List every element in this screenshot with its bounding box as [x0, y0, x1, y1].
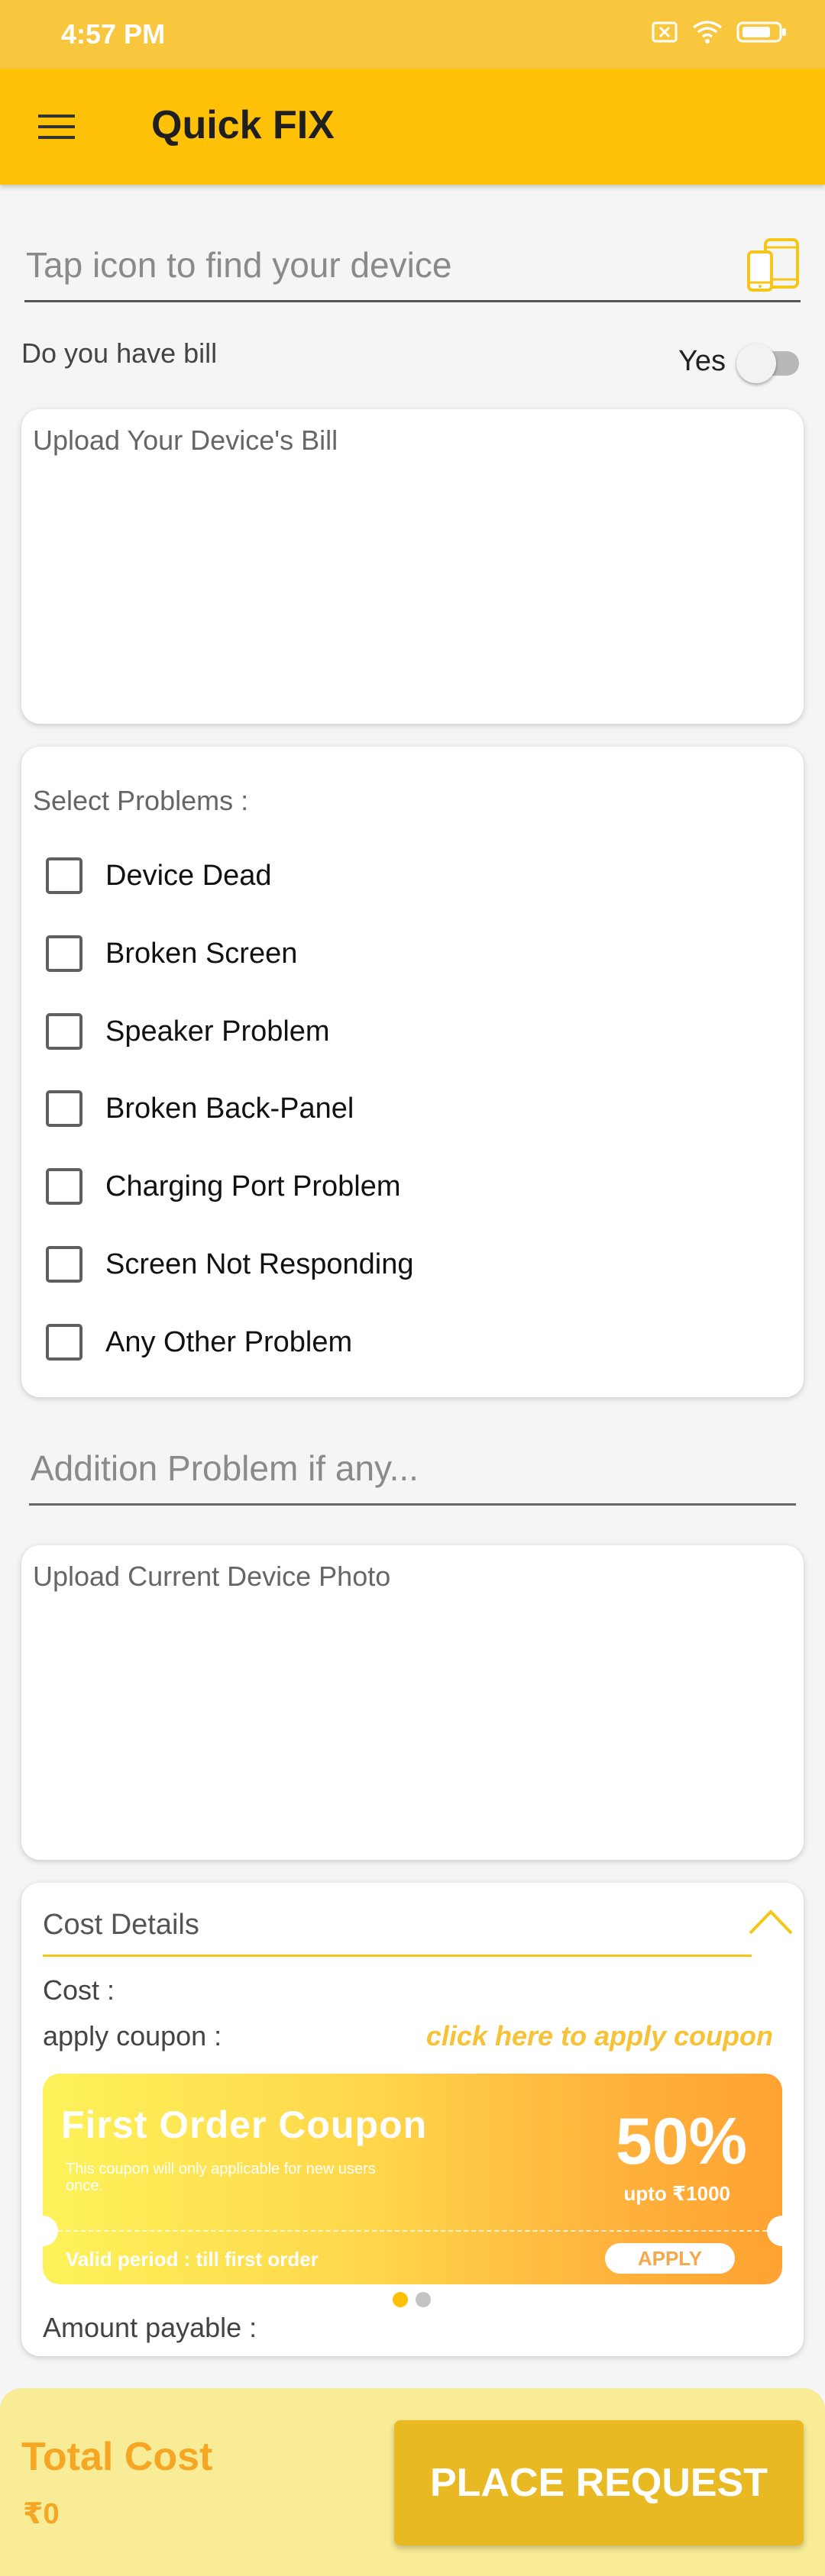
coupon-apply-button[interactable]: APPLY [605, 2243, 735, 2274]
coupon-validity: Valid period : till first order [66, 2248, 319, 2271]
coupon-upto: upto ₹1000 [623, 2182, 730, 2205]
app-bar: Quick FIX [0, 69, 825, 185]
problem-label: Speaker Problem [105, 1015, 330, 1048]
checkbox[interactable] [46, 1246, 82, 1283]
toggle-thumb [736, 344, 776, 383]
problem-label: Charging Port Problem [105, 1170, 401, 1202]
apply-coupon-label: apply coupon : [43, 2020, 222, 2051]
app-title: Quick FIX [151, 103, 335, 147]
problem-label: Broken Back-Panel [105, 1092, 354, 1125]
devices-icon[interactable] [747, 238, 801, 297]
cost-label: Cost : [43, 1974, 115, 2006]
bottom-bar: Total Cost ₹0 PLACE REQUEST [0, 2388, 825, 2576]
coupon-title: First Order Coupon [61, 2103, 428, 2146]
problem-label: Broken Screen [105, 937, 298, 970]
hamburger-menu-icon[interactable] [34, 107, 82, 147]
problems-caption: Select Problems : [33, 785, 249, 816]
problems-card: Select Problems : Device Dead Broken Scr… [21, 747, 804, 1397]
coupon-divider [58, 2230, 767, 2232]
problem-item[interactable]: Any Other Problem [46, 1319, 352, 1365]
checkbox[interactable] [46, 935, 82, 972]
coupon-banner[interactable]: First Order Coupon This coupon will only… [43, 2074, 782, 2284]
additional-problem-placeholder: Addition Problem if any... [31, 1448, 419, 1488]
device-search-field[interactable]: Tap icon to find your device [24, 229, 801, 302]
coupon-percent: 50% [615, 2105, 747, 2178]
sim-off-icon [651, 21, 678, 44]
wifi-icon [692, 20, 723, 44]
carousel-dot[interactable] [416, 2292, 431, 2307]
total-cost-label: Total Cost [21, 2435, 213, 2479]
problem-item[interactable]: Broken Back-Panel [46, 1086, 354, 1131]
problem-item[interactable]: Device Dead [46, 853, 272, 899]
additional-problem-input[interactable]: Addition Problem if any... [29, 1435, 796, 1506]
bill-toggle[interactable] [733, 341, 802, 383]
total-cost-value: ₹0 [23, 2498, 60, 2530]
cost-details-card: Cost Details Cost : apply coupon : click… [21, 1883, 804, 2356]
bill-upload-caption: Upload Your Device's Bill [33, 424, 338, 456]
checkbox[interactable] [46, 857, 82, 894]
checkbox[interactable] [46, 1090, 82, 1127]
status-time: 4:57 PM [61, 18, 166, 50]
place-request-button[interactable]: PLACE REQUEST [394, 2420, 804, 2545]
problem-item[interactable]: Screen Not Responding [46, 1241, 413, 1287]
bill-row: Do you have bill Yes [21, 334, 804, 388]
toggle-label: Yes [678, 345, 726, 377]
status-bar: 4:57 PM [0, 0, 825, 69]
amount-payable-label: Amount payable : [43, 2312, 257, 2343]
coupon-description: This coupon will only applicable for new… [66, 2161, 376, 2194]
cost-details-title: Cost Details [43, 1909, 199, 1941]
battery-icon [736, 21, 787, 44]
carousel-indicator [393, 2292, 431, 2307]
checkbox[interactable] [46, 1324, 82, 1361]
bill-upload-card[interactable]: Upload Your Device's Bill [21, 409, 804, 724]
apply-coupon-link[interactable]: click here to apply coupon [426, 2020, 773, 2052]
coupon-notch-left [43, 2216, 58, 2246]
chevron-up-icon[interactable] [746, 1904, 796, 1939]
problem-item[interactable]: Charging Port Problem [46, 1164, 401, 1209]
checkbox[interactable] [46, 1168, 82, 1205]
coupon-notch-right [767, 2216, 782, 2246]
problem-label: Device Dead [105, 859, 272, 892]
bill-question: Do you have bill [21, 337, 218, 369]
problem-label: Any Other Problem [105, 1325, 353, 1358]
status-icons [651, 20, 787, 44]
carousel-dot-active[interactable] [393, 2292, 408, 2307]
checkbox[interactable] [46, 1013, 82, 1050]
device-search-placeholder: Tap icon to find your device [26, 245, 452, 285]
photo-upload-card[interactable]: Upload Current Device Photo [21, 1545, 804, 1860]
problem-label: Screen Not Responding [105, 1248, 414, 1280]
photo-upload-caption: Upload Current Device Photo [33, 1561, 391, 1592]
problem-item[interactable]: Broken Screen [46, 931, 297, 976]
cost-details-underline [43, 1955, 752, 1957]
problem-item[interactable]: Speaker Problem [46, 1009, 330, 1054]
